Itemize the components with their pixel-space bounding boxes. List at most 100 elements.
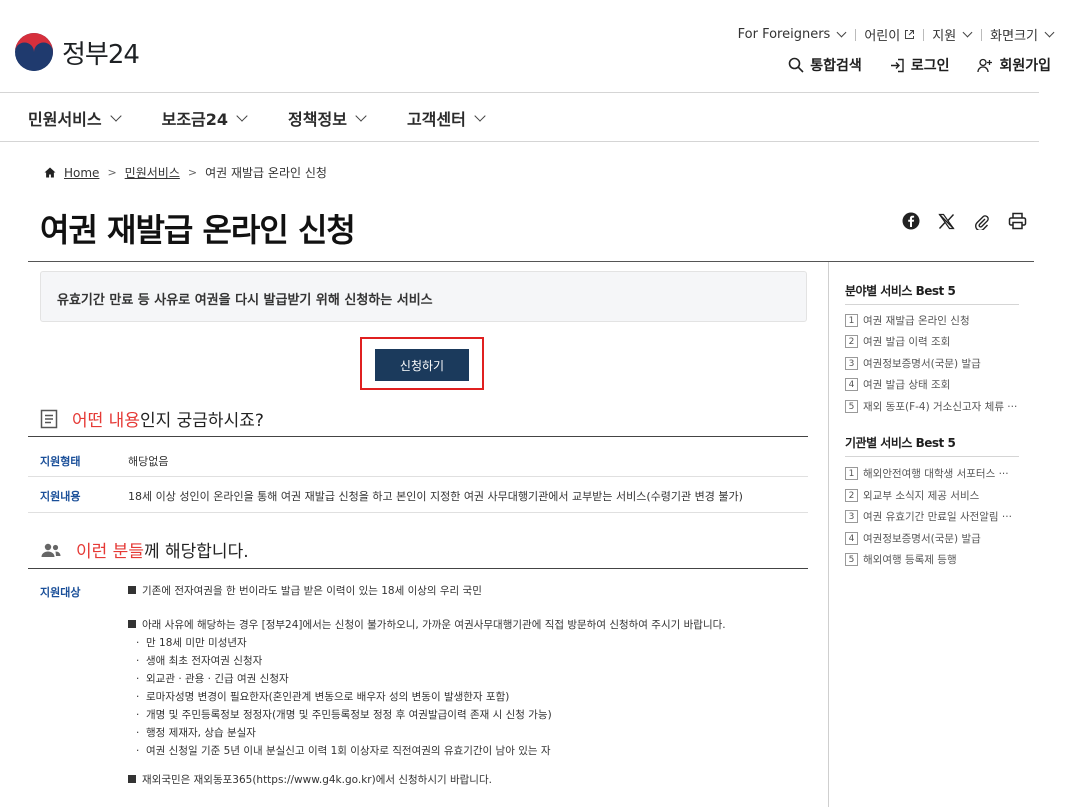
x-twitter-icon[interactable] xyxy=(938,213,955,230)
main-nav: 민원서비스 보조금24 정책정보 고객센터 xyxy=(28,106,526,130)
breadcrumb-home[interactable]: Home xyxy=(64,166,99,180)
login-button[interactable]: 로그인 xyxy=(890,55,950,75)
chevron-down-icon xyxy=(236,110,248,122)
target-para-1: 기존에 전자여권을 한 번이라도 발급 받은 이력이 있는 18세 이상의 우리… xyxy=(128,583,482,598)
section-who-rest: 께 해당합니다. xyxy=(143,542,249,562)
sidebar-field-item[interactable]: 3 여권정보증명서(국문) 발급 xyxy=(845,356,1019,371)
rank-badge: 2 xyxy=(845,489,858,502)
sidebar-field-item[interactable]: 2 여권 발급 이력 조회 xyxy=(845,334,1019,349)
apply-button[interactable]: 신청하기 xyxy=(375,349,469,381)
support-content-label: 지원내용 xyxy=(40,490,81,503)
rank-badge: 5 xyxy=(845,553,858,566)
support-link[interactable]: 지원 xyxy=(932,25,973,44)
signup-label: 회원가입 xyxy=(999,58,1051,74)
kids-link[interactable]: 어린이 xyxy=(864,25,915,44)
exclusion-text: 개명 및 주민등록정보 정정자(개명 및 주민등록정보 정정 후 여권발급이력 … xyxy=(146,709,552,721)
sidebar-org-item[interactable]: 5 해외여행 등록제 등행 xyxy=(845,552,1019,567)
font-size-label: 화면크기 xyxy=(990,29,1038,44)
user-add-icon xyxy=(977,58,993,72)
service-summary: 유효기간 만료 등 사유로 여권을 다시 발급받기 위해 신청하는 서비스 xyxy=(40,271,807,322)
chevron-down-icon xyxy=(836,27,847,38)
document-icon xyxy=(40,409,58,429)
square-bullet-icon xyxy=(128,586,136,594)
section-rule xyxy=(28,568,808,569)
section-rule xyxy=(28,436,808,437)
sidebar-item-label: 해외여행 등록제 등행 xyxy=(863,554,957,566)
rank-badge: 2 xyxy=(845,335,858,348)
target-para-1-text: 기존에 전자여권을 한 번이라도 발급 받은 이력이 있는 18세 이상의 우리… xyxy=(142,585,482,597)
sidebar-rule xyxy=(845,304,1019,305)
chevron-down-icon xyxy=(474,110,486,122)
target-para-2: 아래 사유에 해당하는 경우 [정부24]에서는 신청이 불가하오니, 가까운 … xyxy=(128,617,726,632)
row-divider xyxy=(28,476,808,477)
exclusion-text: 만 18세 미만 미성년자 xyxy=(146,637,247,649)
section-who-heading: 이런 분들 께 해당합니다. xyxy=(40,537,249,562)
support-label: 지원 xyxy=(932,29,957,44)
title-divider xyxy=(28,261,1034,262)
search-button[interactable]: 통합검색 xyxy=(788,55,862,75)
section-what-rest: 인지 궁금하시죠? xyxy=(139,411,264,431)
rank-badge: 4 xyxy=(845,378,858,391)
search-label: 통합검색 xyxy=(810,58,862,74)
facebook-icon[interactable] xyxy=(902,212,920,230)
sidebar-org-item[interactable]: 4 여권정보증명서(국문) 발급 xyxy=(845,531,1019,546)
target-para-3: 재외국민은 재외동포365(https://www.g4k.go.kr)에서 신… xyxy=(128,772,492,787)
exclusion-item: · 생애 최초 전자여권 신청자 xyxy=(136,655,263,667)
breadcrumb-separator-icon: > xyxy=(187,166,198,179)
login-label: 로그인 xyxy=(910,58,950,74)
divider xyxy=(981,28,983,41)
sidebar-org-item[interactable]: 3 여권 유효기간 만료일 사전알림 ··· xyxy=(845,509,1019,524)
breadcrumb-separator-icon: > xyxy=(107,166,117,179)
sidebar-org-item[interactable]: 1 해외안전여행 대학생 서포터스 ··· xyxy=(845,466,1019,481)
support-content-value: 18세 이상 성인이 온라인을 통해 여권 재발급 신청을 하고 본인이 지정한… xyxy=(128,490,743,503)
exclusion-text: 외교관 · 관용 · 긴급 여권 신청자 xyxy=(146,673,289,685)
target-para-2-text: 아래 사유에 해당하는 경우 [정부24]에서는 신청이 불가하오니, 가까운 … xyxy=(142,619,726,631)
header-actions: 통합검색 로그인 회원가입 xyxy=(788,55,1051,75)
chevron-down-icon xyxy=(355,110,367,122)
chevron-down-icon xyxy=(109,110,122,122)
search-icon xyxy=(788,57,804,73)
sidebar-divider xyxy=(828,262,829,807)
rank-badge: 4 xyxy=(845,532,858,545)
target-para-3-text: 재외국민은 재외동포365(https://www.g4k.go.kr)에서 신… xyxy=(142,774,492,786)
sidebar-rule xyxy=(845,456,1019,457)
logo-text: 정부24 xyxy=(62,39,140,70)
nav-civil-services[interactable]: 민원서비스 xyxy=(28,106,122,130)
for-foreigners-link[interactable]: For Foreigners xyxy=(738,27,848,42)
exclusion-item: · 개명 및 주민등록정보 정정자(개명 및 주민등록정보 정정 후 여권발급이… xyxy=(136,709,552,721)
square-bullet-icon xyxy=(128,620,136,628)
section-what-heading: 어떤 내용 인지 궁금하시죠? xyxy=(40,406,264,431)
rank-badge: 1 xyxy=(845,314,858,327)
nav-customer-center[interactable]: 고객센터 xyxy=(407,106,486,130)
nav-subsidy24[interactable]: 보조금24 xyxy=(162,106,248,130)
section-who-highlight: 이런 분들 xyxy=(76,542,144,562)
section-what-highlight: 어떤 내용 xyxy=(72,411,140,431)
sidebar-item-label: 여권정보증명서(국문) 발급 xyxy=(863,533,981,545)
support-type-value: 해당없음 xyxy=(128,455,169,468)
sidebar-field-item[interactable]: 5 재외 동포(F-4) 거소신고자 체류 ··· xyxy=(845,399,1019,414)
chevron-down-icon xyxy=(1044,27,1055,38)
nav-policy-info[interactable]: 정책정보 xyxy=(288,106,367,130)
exclusion-item: · 로마자성명 변경이 필요한자(혼인관계 변동으로 배우자 성의 변동이 발생… xyxy=(136,691,510,703)
taegeuk-logo-icon xyxy=(15,33,53,71)
exclusion-text: 행정 제재자, 상습 분실자 xyxy=(146,727,256,739)
font-size-link[interactable]: 화면크기 xyxy=(990,25,1055,44)
chevron-down-icon xyxy=(962,27,973,38)
breadcrumb-civil-services[interactable]: 민원서비스 xyxy=(125,164,180,181)
signup-button[interactable]: 회원가입 xyxy=(977,55,1051,75)
nav-divider xyxy=(0,141,1039,142)
exclusion-item: · 여권 신청일 기준 5년 이내 분실신고 이력 1회 이상자로 직전여권의 … xyxy=(136,745,551,757)
gov24-logo[interactable]: 정부24 xyxy=(14,32,140,72)
utility-links: For Foreigners 어린이 지원 화면크기 xyxy=(738,25,1055,44)
sidebar-field-item[interactable]: 1 여권 재발급 온라인 신청 xyxy=(845,313,1019,328)
login-icon xyxy=(890,58,904,72)
sidebar-item-label: 외교부 소식지 제공 서비스 xyxy=(863,490,980,502)
sidebar-item-label: 여권 재발급 온라인 신청 xyxy=(863,315,970,327)
sidebar-org-item[interactable]: 2 외교부 소식지 제공 서비스 xyxy=(845,488,1019,503)
exclusion-text: 생애 최초 전자여권 신청자 xyxy=(146,655,263,667)
sidebar-field-item[interactable]: 4 여권 발급 상태 조회 xyxy=(845,377,1019,392)
print-icon[interactable] xyxy=(1008,212,1027,230)
home-icon xyxy=(44,167,56,178)
link-copy-icon[interactable] xyxy=(973,213,990,230)
square-bullet-icon xyxy=(128,775,136,783)
